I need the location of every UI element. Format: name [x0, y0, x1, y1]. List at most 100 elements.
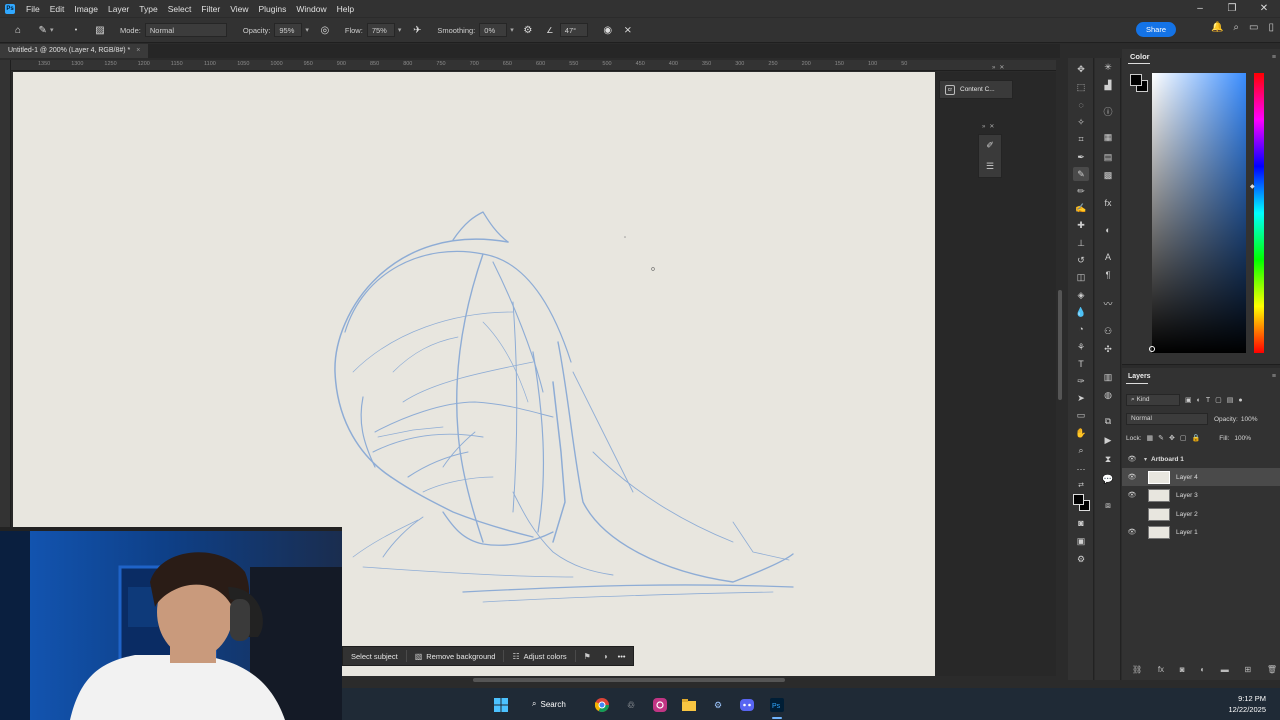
lock-image-icon[interactable]: ✎: [1158, 434, 1164, 442]
pencil-tool-icon[interactable]: ✏: [1073, 184, 1089, 198]
mini-panel-collapse-icon[interactable]: »✕: [982, 123, 998, 130]
add-mask-icon[interactable]: ◙: [1180, 665, 1185, 674]
menu-help[interactable]: Help: [332, 4, 359, 14]
filter-smart-object-icon[interactable]: ▤: [1227, 396, 1234, 404]
link-layers-icon[interactable]: ⛓: [1132, 665, 1142, 674]
layer-row-layer-3[interactable]: 👁 Layer 3: [1122, 486, 1280, 504]
color-picker-marker[interactable]: [1149, 346, 1155, 352]
minimize-button[interactable]: –: [1184, 0, 1216, 17]
swatches-icon[interactable]: ▦: [1100, 130, 1116, 144]
magic-wand-tool-icon[interactable]: ✧: [1073, 115, 1089, 129]
eraser-tool-icon[interactable]: ◫: [1073, 270, 1089, 284]
blend-mode-dropdown[interactable]: Normal: [1126, 413, 1208, 425]
lock-artboard-icon[interactable]: ▢: [1180, 434, 1187, 442]
layer-visibility-eye-icon[interactable]: 👁: [1124, 491, 1140, 499]
windows-start-icon[interactable]: [492, 696, 510, 714]
panel-collapse-icon[interactable]: »✕: [992, 64, 1008, 71]
color-panel-tab[interactable]: Color: [1130, 52, 1150, 61]
more-tools-icon[interactable]: ⋯: [1073, 462, 1089, 476]
brush-settings-icon[interactable]: ✐: [986, 140, 994, 151]
channels-icon[interactable]: ⧉: [1100, 414, 1116, 428]
lock-all-icon[interactable]: 🔒: [1192, 434, 1201, 442]
info-icon[interactable]: ⓘ: [1100, 104, 1116, 118]
mode-dropdown[interactable]: Normal: [144, 23, 227, 37]
menu-file[interactable]: File: [21, 4, 45, 14]
layers-panel-menu-icon[interactable]: ≡: [1272, 373, 1276, 380]
clone-source-icon[interactable]: ⚇: [1100, 324, 1116, 338]
3d-icon[interactable]: ⧈: [1100, 498, 1116, 512]
search-icon[interactable]: ⌕: [1233, 22, 1239, 33]
bar-settings-button[interactable]: ◑: [599, 652, 612, 661]
layer-visibility-off-icon[interactable]: 👁: [1124, 510, 1140, 518]
pressure-opacity-icon[interactable]: ◎: [315, 20, 335, 40]
healing-brush-tool-icon[interactable]: ✚: [1073, 218, 1089, 232]
pen-tool-icon[interactable]: ✑: [1073, 374, 1089, 388]
gradients-icon[interactable]: ▤: [1100, 150, 1116, 164]
menu-filter[interactable]: Filter: [196, 4, 225, 14]
layers-panel-tab[interactable]: Layers: [1128, 373, 1151, 380]
type-tool-icon[interactable]: T: [1073, 357, 1089, 371]
layer-opacity-field[interactable]: 100%: [1241, 416, 1258, 423]
smoothing-chevron-icon[interactable]: ▾: [510, 26, 514, 34]
adjust-colors-button[interactable]: ☷ Adjust colors: [504, 652, 574, 661]
filter-shape-icon[interactable]: ▢: [1215, 396, 1222, 404]
menu-select[interactable]: Select: [163, 4, 197, 14]
menu-layer[interactable]: Layer: [103, 4, 134, 14]
dodge-tool-icon[interactable]: ◔: [1073, 322, 1089, 336]
hue-slider[interactable]: [1254, 73, 1264, 353]
remove-background-button[interactable]: ▧ Remove background: [407, 652, 504, 661]
properties-icon[interactable]: ◍: [1100, 388, 1116, 402]
adjustments-icon[interactable]: ◐: [1100, 223, 1116, 237]
flow-field[interactable]: 75%: [366, 23, 395, 37]
layer-style-fx-icon[interactable]: fx: [1158, 665, 1164, 674]
arrange-documents-icon[interactable]: ▯: [1268, 22, 1274, 33]
smoothing-settings-gear-icon[interactable]: ⚙: [518, 20, 538, 40]
layer-row-layer-4[interactable]: 👁 Layer 4: [1122, 468, 1280, 486]
menu-window[interactable]: Window: [291, 4, 331, 14]
paint-bucket-tool-icon[interactable]: ◈: [1073, 288, 1089, 302]
brush-size-icon[interactable]: •: [66, 20, 86, 40]
menu-image[interactable]: Image: [69, 4, 103, 14]
hue-slider-marker-icon[interactable]: ◆: [1250, 183, 1255, 190]
select-subject-button[interactable]: Select subject: [343, 652, 406, 661]
layer-visibility-eye-icon[interactable]: 👁: [1124, 473, 1140, 481]
angle-field[interactable]: 47°: [559, 23, 588, 37]
home-icon[interactable]: ⌂: [8, 20, 28, 40]
hand-tool-icon[interactable]: ✋: [1073, 426, 1089, 440]
brush-preset-icon[interactable]: ✎ ▾: [36, 20, 56, 40]
lasso-tool-icon[interactable]: ◌: [1073, 98, 1089, 112]
share-button[interactable]: Share: [1135, 22, 1176, 37]
lock-position-icon[interactable]: ✥: [1169, 434, 1175, 442]
document-tab[interactable]: Untitled-1 @ 200% (Layer 4, RGB/8#) * ×: [0, 44, 149, 58]
photoshop-taskbar-icon[interactable]: Ps: [768, 696, 786, 714]
artboard-expand-chevron-icon[interactable]: ▾: [1144, 456, 1147, 463]
artboard-row[interactable]: 👁 ▾ Artboard 1: [1122, 450, 1280, 468]
instagram-icon[interactable]: [651, 696, 669, 714]
character-icon[interactable]: A: [1100, 250, 1116, 264]
menu-edit[interactable]: Edit: [45, 4, 70, 14]
workspace-icon[interactable]: ▭: [1249, 22, 1258, 33]
opacity-field[interactable]: 95%: [274, 23, 303, 37]
adjustment-layer-icon[interactable]: ◐: [1200, 665, 1205, 674]
close-window-button[interactable]: ✕: [1248, 0, 1280, 17]
eyedropper-tool-icon[interactable]: ✒: [1073, 150, 1089, 164]
timeline-icon[interactable]: ⧗: [1100, 452, 1116, 466]
adjustments-sliders-icon[interactable]: ☰: [986, 161, 994, 172]
filter-adjustment-icon[interactable]: ◐: [1197, 397, 1201, 404]
saturation-value-field[interactable]: [1152, 73, 1246, 353]
move-tool-icon[interactable]: ✥: [1073, 62, 1089, 76]
vertical-scroll-thumb[interactable]: [1058, 290, 1062, 400]
foreground-color-swatch[interactable]: [1073, 494, 1084, 505]
marquee-tool-icon[interactable]: ⬚: [1073, 80, 1089, 94]
horizontal-scroll-thumb[interactable]: [473, 678, 785, 682]
rectangle-tool-icon[interactable]: ▭: [1073, 408, 1089, 422]
layer-row-layer-2[interactable]: 👁 Layer 2: [1122, 505, 1280, 523]
actions-play-icon[interactable]: ▶: [1100, 433, 1116, 447]
history-brush-tool-icon[interactable]: ↺: [1073, 253, 1089, 267]
layer-visibility-eye-icon[interactable]: 👁: [1124, 528, 1140, 536]
path-selection-tool-icon[interactable]: ➤: [1073, 391, 1089, 405]
app-icon[interactable]: ♲: [622, 696, 640, 714]
symmetry-icon[interactable]: ⨯: [618, 20, 638, 40]
system-clock[interactable]: 9:12 PM 12/22/2025: [1228, 693, 1266, 715]
menu-plugins[interactable]: Plugins: [253, 4, 291, 14]
